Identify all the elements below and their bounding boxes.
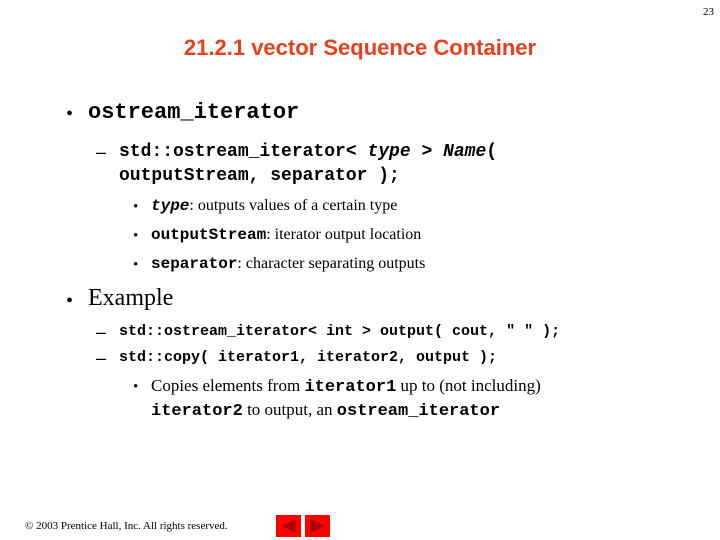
param-desc: : iterator output location — [266, 226, 422, 243]
bullet-icon: • — [66, 103, 74, 125]
bullet-example: Example — [88, 285, 174, 311]
next-slide-button[interactable] — [305, 515, 330, 537]
syntax-prefix: std::ostream_iterator< — [119, 142, 368, 162]
copy-text: up to (not including) — [396, 376, 541, 395]
param-separator: separator: character separating outputs — [151, 255, 425, 273]
dash-icon: – — [96, 322, 107, 342]
param-code: outputStream — [151, 226, 267, 244]
copy-code: ostream_iterator — [336, 402, 501, 421]
copy-code: iterator1 — [304, 378, 397, 397]
param-code: separator — [151, 255, 238, 273]
example-line-2: std::copy( iterator1, iterator2, output … — [119, 349, 498, 366]
bullet-icon: • — [133, 257, 139, 273]
copy-code: iterator2 — [151, 402, 243, 421]
footer-copyright: © 2003 Prentice Hall, Inc. All rights re… — [25, 520, 228, 532]
param-type: type: outputs values of a certain type — [151, 197, 397, 215]
param-desc: : outputs values of a certain type — [189, 197, 398, 214]
bullet-ostream-iterator: ostream_iterator — [88, 100, 300, 125]
copy-text: Copies elements from — [151, 376, 305, 395]
copy-text: to output, an — [242, 400, 337, 419]
triangle-right-icon — [310, 519, 325, 533]
param-code: type — [151, 197, 190, 215]
copy-note-line-1: Copies elements from iterator1 up to (no… — [151, 376, 541, 397]
slide-title: 21.2.1 vector Sequence Container — [183, 35, 537, 60]
bullet-icon: • — [133, 199, 139, 215]
bullet-icon: • — [66, 290, 74, 312]
bullet-icon: • — [133, 379, 139, 395]
dash-icon: – — [96, 142, 107, 162]
param-output-stream: outputStream: iterator output location — [151, 226, 421, 244]
syntax-line-2: outputStream, separator ); — [119, 166, 400, 186]
syntax-mid: > — [410, 142, 444, 162]
syntax-suffix: ( — [486, 142, 498, 162]
param-desc: : character separating outputs — [237, 255, 426, 272]
page-number: 23 — [703, 6, 714, 18]
bullet-icon: • — [133, 228, 139, 244]
example-line-1: std::ostream_iterator< int > output( cou… — [119, 323, 561, 340]
syntax-type: type — [367, 142, 411, 162]
previous-slide-button[interactable] — [276, 515, 301, 537]
triangle-left-icon — [281, 519, 296, 533]
dash-icon: – — [96, 348, 107, 368]
copy-note-line-2: iterator2 to output, an ostream_iterator — [151, 400, 500, 421]
syntax-line-1: std::ostream_iterator< type > Name( — [119, 142, 497, 162]
syntax-name: Name — [443, 142, 487, 162]
